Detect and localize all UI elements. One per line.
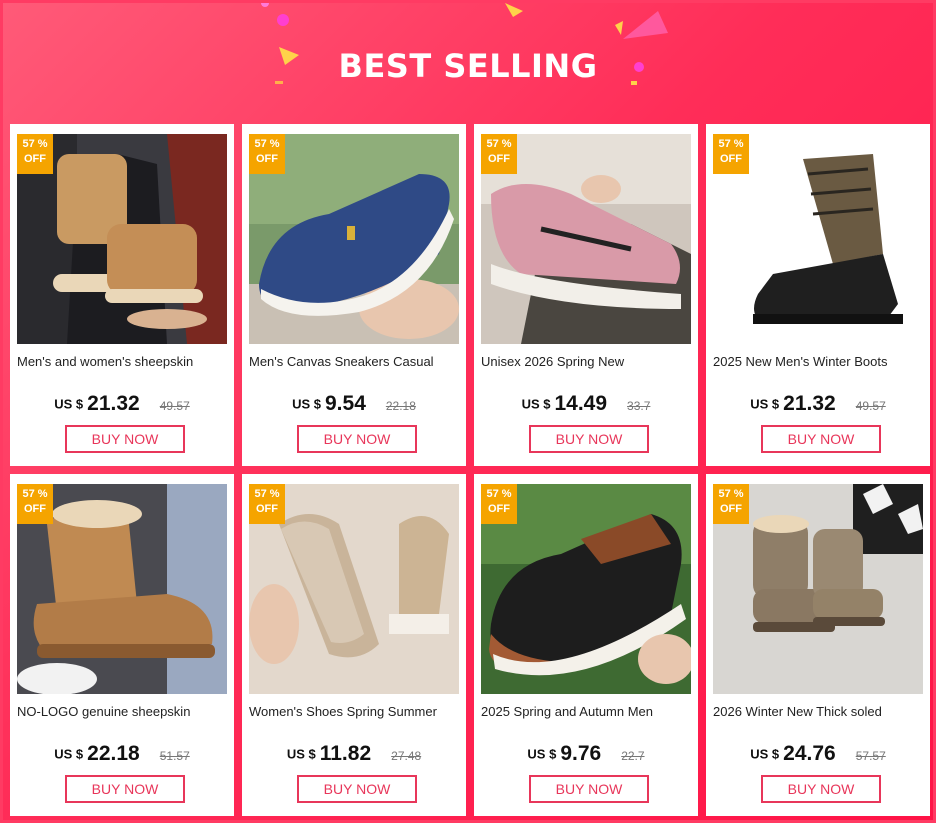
banner-title: BEST SELLING (338, 47, 598, 85)
product-image[interactable]: 57 % OFF (17, 484, 227, 694)
banner: BEST SELLING (3, 3, 933, 121)
currency-label: US $ (286, 746, 316, 762)
product-image[interactable]: 57 % OFF (249, 484, 459, 694)
best-selling-widget: BEST SELLING 57 % OFF Men's and women's … (0, 0, 936, 823)
currency-label: US $ (750, 746, 780, 762)
discount-percent: 57 % (22, 488, 48, 500)
original-price: 49.57 (855, 399, 886, 413)
discount-badge: 57 % OFF (17, 134, 53, 174)
discount-off: OFF (488, 503, 510, 515)
product-image[interactable]: 57 % OFF (713, 134, 923, 344)
discount-percent: 57 % (254, 138, 280, 150)
product-image[interactable]: 57 % OFF (481, 134, 691, 344)
product-image[interactable]: 57 % OFF (249, 134, 459, 344)
product-card[interactable]: 57 % OFF 2026 Winter New Thick soled US … (706, 474, 930, 816)
discount-off: OFF (720, 153, 742, 165)
discount-badge: 57 % OFF (713, 134, 749, 174)
product-card[interactable]: 57 % OFF NO-LOGO genuine sheepskin US $2… (10, 474, 234, 816)
price-row: US $24.76 57.57 (706, 742, 930, 770)
currency-label: US $ (54, 396, 84, 412)
product-image[interactable]: 57 % OFF (481, 484, 691, 694)
buy-now-button[interactable]: BUY NOW (529, 425, 649, 453)
discount-off: OFF (24, 153, 46, 165)
discount-off: OFF (24, 503, 46, 515)
product-grid: 57 % OFF Men's and women's sheepskin US … (10, 124, 932, 820)
discount-off: OFF (256, 503, 278, 515)
product-name[interactable]: Men's and women's sheepskin (17, 354, 229, 369)
price-row: US $22.18 51.57 (10, 742, 234, 770)
discount-off: OFF (720, 503, 742, 515)
product-card[interactable]: 57 % OFF 2025 Spring and Autumn Men US $… (474, 474, 698, 816)
product-name[interactable]: Unisex 2026 Spring New (481, 354, 693, 369)
discount-off: OFF (488, 153, 510, 165)
discount-badge: 57 % OFF (249, 134, 285, 174)
discount-percent: 57 % (254, 488, 280, 500)
product-name[interactable]: 2026 Winter New Thick soled (713, 704, 925, 719)
original-price: 33.7 (627, 399, 651, 413)
original-price: 51.57 (159, 749, 190, 763)
currency-label: US $ (54, 746, 84, 762)
discount-badge: 57 % OFF (249, 484, 285, 524)
buy-now-button[interactable]: BUY NOW (761, 775, 881, 803)
price-row: US $21.32 49.57 (10, 392, 234, 420)
product-name[interactable]: Women's Shoes Spring Summer (249, 704, 461, 719)
product-name[interactable]: Men's Canvas Sneakers Casual (249, 354, 461, 369)
sale-price: 14.49 (554, 392, 608, 415)
discount-badge: 57 % OFF (481, 134, 517, 174)
price-row: US $21.32 49.57 (706, 392, 930, 420)
product-card[interactable]: 57 % OFF Men's Canvas Sneakers Casual US… (242, 124, 466, 466)
product-card[interactable]: 57 % OFF 2025 New Men's Winter Boots US … (706, 124, 930, 466)
currency-label: US $ (750, 396, 780, 412)
original-price: 22.18 (385, 399, 416, 413)
original-price: 57.57 (855, 749, 886, 763)
buy-now-button[interactable]: BUY NOW (297, 425, 417, 453)
price-row: US $11.82 27.48 (242, 742, 466, 770)
product-card[interactable]: 57 % OFF Women's Shoes Spring Summer US … (242, 474, 466, 816)
currency-label: US $ (527, 746, 557, 762)
sale-price: 11.82 (319, 742, 372, 765)
sale-price: 22.18 (87, 742, 140, 765)
product-image[interactable]: 57 % OFF (17, 134, 227, 344)
discount-badge: 57 % OFF (481, 484, 517, 524)
product-image[interactable]: 57 % OFF (713, 484, 923, 694)
price-row: US $14.49 33.7 (474, 392, 698, 420)
original-price: 27.48 (391, 749, 422, 763)
sale-price: 9.54 (325, 392, 366, 415)
product-name[interactable]: NO-LOGO genuine sheepskin (17, 704, 229, 719)
original-price: 49.57 (159, 399, 190, 413)
discount-percent: 57 % (718, 138, 744, 150)
discount-percent: 57 % (486, 488, 512, 500)
buy-now-button[interactable]: BUY NOW (761, 425, 881, 453)
discount-percent: 57 % (486, 138, 512, 150)
buy-now-button[interactable]: BUY NOW (65, 425, 185, 453)
price-row: US $9.76 22.7 (474, 742, 698, 770)
sale-price: 24.76 (783, 742, 836, 765)
buy-now-button[interactable]: BUY NOW (297, 775, 417, 803)
product-name[interactable]: 2025 New Men's Winter Boots (713, 354, 925, 369)
discount-badge: 57 % OFF (713, 484, 749, 524)
discount-off: OFF (256, 153, 278, 165)
product-card[interactable]: 57 % OFF Men's and women's sheepskin US … (10, 124, 234, 466)
sale-price: 21.32 (87, 392, 140, 415)
currency-label: US $ (521, 396, 551, 412)
discount-badge: 57 % OFF (17, 484, 53, 524)
product-card[interactable]: 57 % OFF Unisex 2026 Spring New US $14.4… (474, 124, 698, 466)
product-name[interactable]: 2025 Spring and Autumn Men (481, 704, 693, 719)
discount-percent: 57 % (718, 488, 744, 500)
original-price: 22.7 (621, 749, 645, 763)
buy-now-button[interactable]: BUY NOW (65, 775, 185, 803)
discount-percent: 57 % (22, 138, 48, 150)
sale-price: 21.32 (783, 392, 836, 415)
currency-label: US $ (292, 396, 321, 412)
price-row: US $9.54 22.18 (242, 392, 466, 420)
sale-price: 9.76 (560, 742, 602, 765)
buy-now-button[interactable]: BUY NOW (529, 775, 649, 803)
